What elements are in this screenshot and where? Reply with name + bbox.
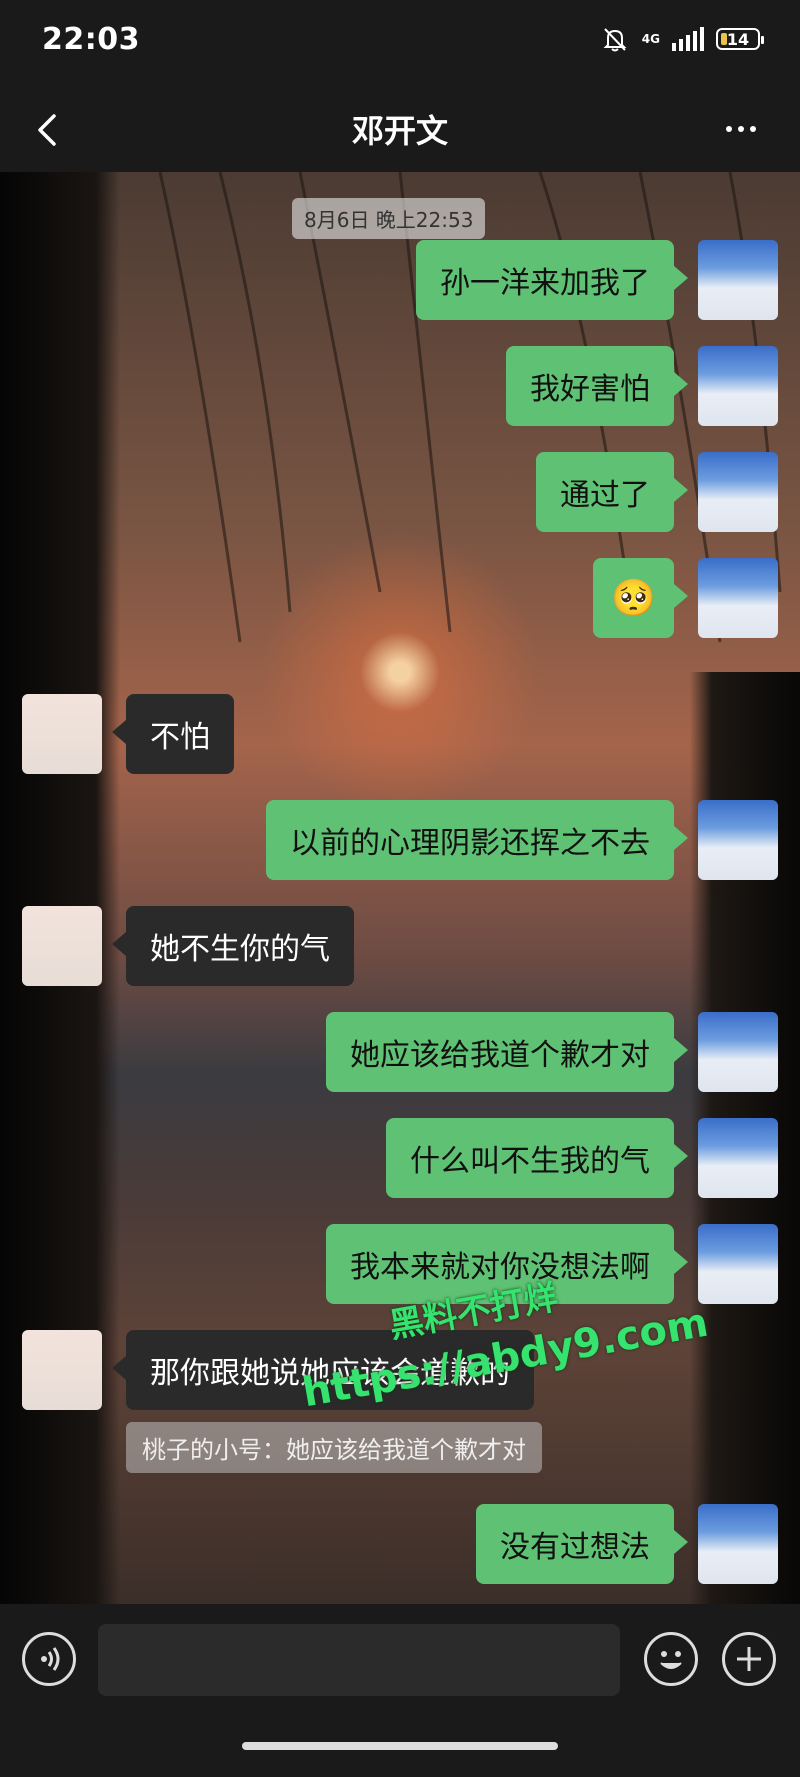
message-bubble-other[interactable]: 不怕 xyxy=(112,694,234,774)
avatar-me[interactable] xyxy=(698,800,778,880)
avatar-other[interactable] xyxy=(22,1330,102,1410)
message-input[interactable] xyxy=(98,1624,620,1696)
message-row: 🥺 xyxy=(0,558,800,638)
status-bar: 22:03 4G 14 xyxy=(0,0,800,90)
voice-icon[interactable] xyxy=(22,1632,76,1686)
home-indicator[interactable] xyxy=(242,1742,558,1750)
message-bubble-other[interactable]: 她不生你的气 xyxy=(112,906,354,986)
avatar-me[interactable] xyxy=(698,1504,778,1584)
chat-title: 邓开文 xyxy=(351,112,448,150)
message-bubble-me[interactable]: 通过了 xyxy=(536,452,688,532)
emoji-message-bubble[interactable]: 🥺 xyxy=(593,558,688,638)
message-bubble-other[interactable]: 那你跟她说她应该会道歉的 xyxy=(112,1330,534,1410)
message-row: 我好害怕 xyxy=(0,346,800,426)
message-row: 她应该给我道个歉才对 xyxy=(0,1012,800,1092)
avatar-other[interactable] xyxy=(22,694,102,774)
battery-icon: 14 xyxy=(716,28,764,50)
plus-icon[interactable] xyxy=(722,1632,776,1686)
message-bubble-me[interactable]: 没有过想法 xyxy=(476,1504,688,1584)
message-row: 不怕 xyxy=(0,694,800,774)
message-bubble-me[interactable]: 孙一洋来加我了 xyxy=(416,240,688,320)
chat-header: 邓开文 xyxy=(0,90,800,172)
message-bubble-me[interactable]: 她应该给我道个歉才对 xyxy=(326,1012,688,1092)
avatar-me[interactable] xyxy=(698,558,778,638)
bell-off-icon xyxy=(603,28,627,52)
message-row: 我本来就对你没想法啊 xyxy=(0,1224,800,1304)
message-row: 没有过想法 xyxy=(0,1504,800,1584)
message-row: 以前的心理阴影还挥之不去 xyxy=(0,800,800,880)
avatar-me[interactable] xyxy=(698,346,778,426)
network-type: 4G xyxy=(641,32,660,46)
chat-area[interactable]: 8月6日 晚上22:53 孙一洋来加我了 我好害怕 通过了 🥺 不怕 以前的心理… xyxy=(0,172,800,1604)
emoji-icon[interactable] xyxy=(644,1632,698,1686)
battery-level: 14 xyxy=(726,29,750,49)
message-timestamp: 8月6日 晚上22:53 xyxy=(292,198,486,239)
avatar-me[interactable] xyxy=(698,240,778,320)
status-time: 22:03 xyxy=(42,22,140,57)
message-row: 通过了 xyxy=(0,452,800,532)
message-bubble-me[interactable]: 我好害怕 xyxy=(506,346,688,426)
avatar-me[interactable] xyxy=(698,1224,778,1304)
avatar-other[interactable] xyxy=(22,906,102,986)
signal-icon xyxy=(672,27,704,51)
avatar-me[interactable] xyxy=(698,1012,778,1092)
message-row: 什么叫不生我的气 xyxy=(0,1118,800,1198)
message-row: 那你跟她说她应该会道歉的 xyxy=(0,1330,800,1410)
message-bubble-me[interactable]: 以前的心理阴影还挥之不去 xyxy=(266,800,688,880)
message-bubble-me[interactable]: 什么叫不生我的气 xyxy=(386,1118,688,1198)
avatar-me[interactable] xyxy=(698,1118,778,1198)
input-bar xyxy=(0,1604,800,1777)
status-icons: 4G 14 xyxy=(600,24,764,54)
quoted-message[interactable]: 桃子的小号：她应该给我道个歉才对 xyxy=(126,1422,542,1473)
avatar-me[interactable] xyxy=(698,452,778,532)
message-bubble-me[interactable]: 我本来就对你没想法啊 xyxy=(326,1224,688,1304)
more-icon[interactable] xyxy=(726,114,766,144)
message-row: 她不生你的气 xyxy=(0,906,800,986)
message-row: 孙一洋来加我了 xyxy=(0,240,800,320)
